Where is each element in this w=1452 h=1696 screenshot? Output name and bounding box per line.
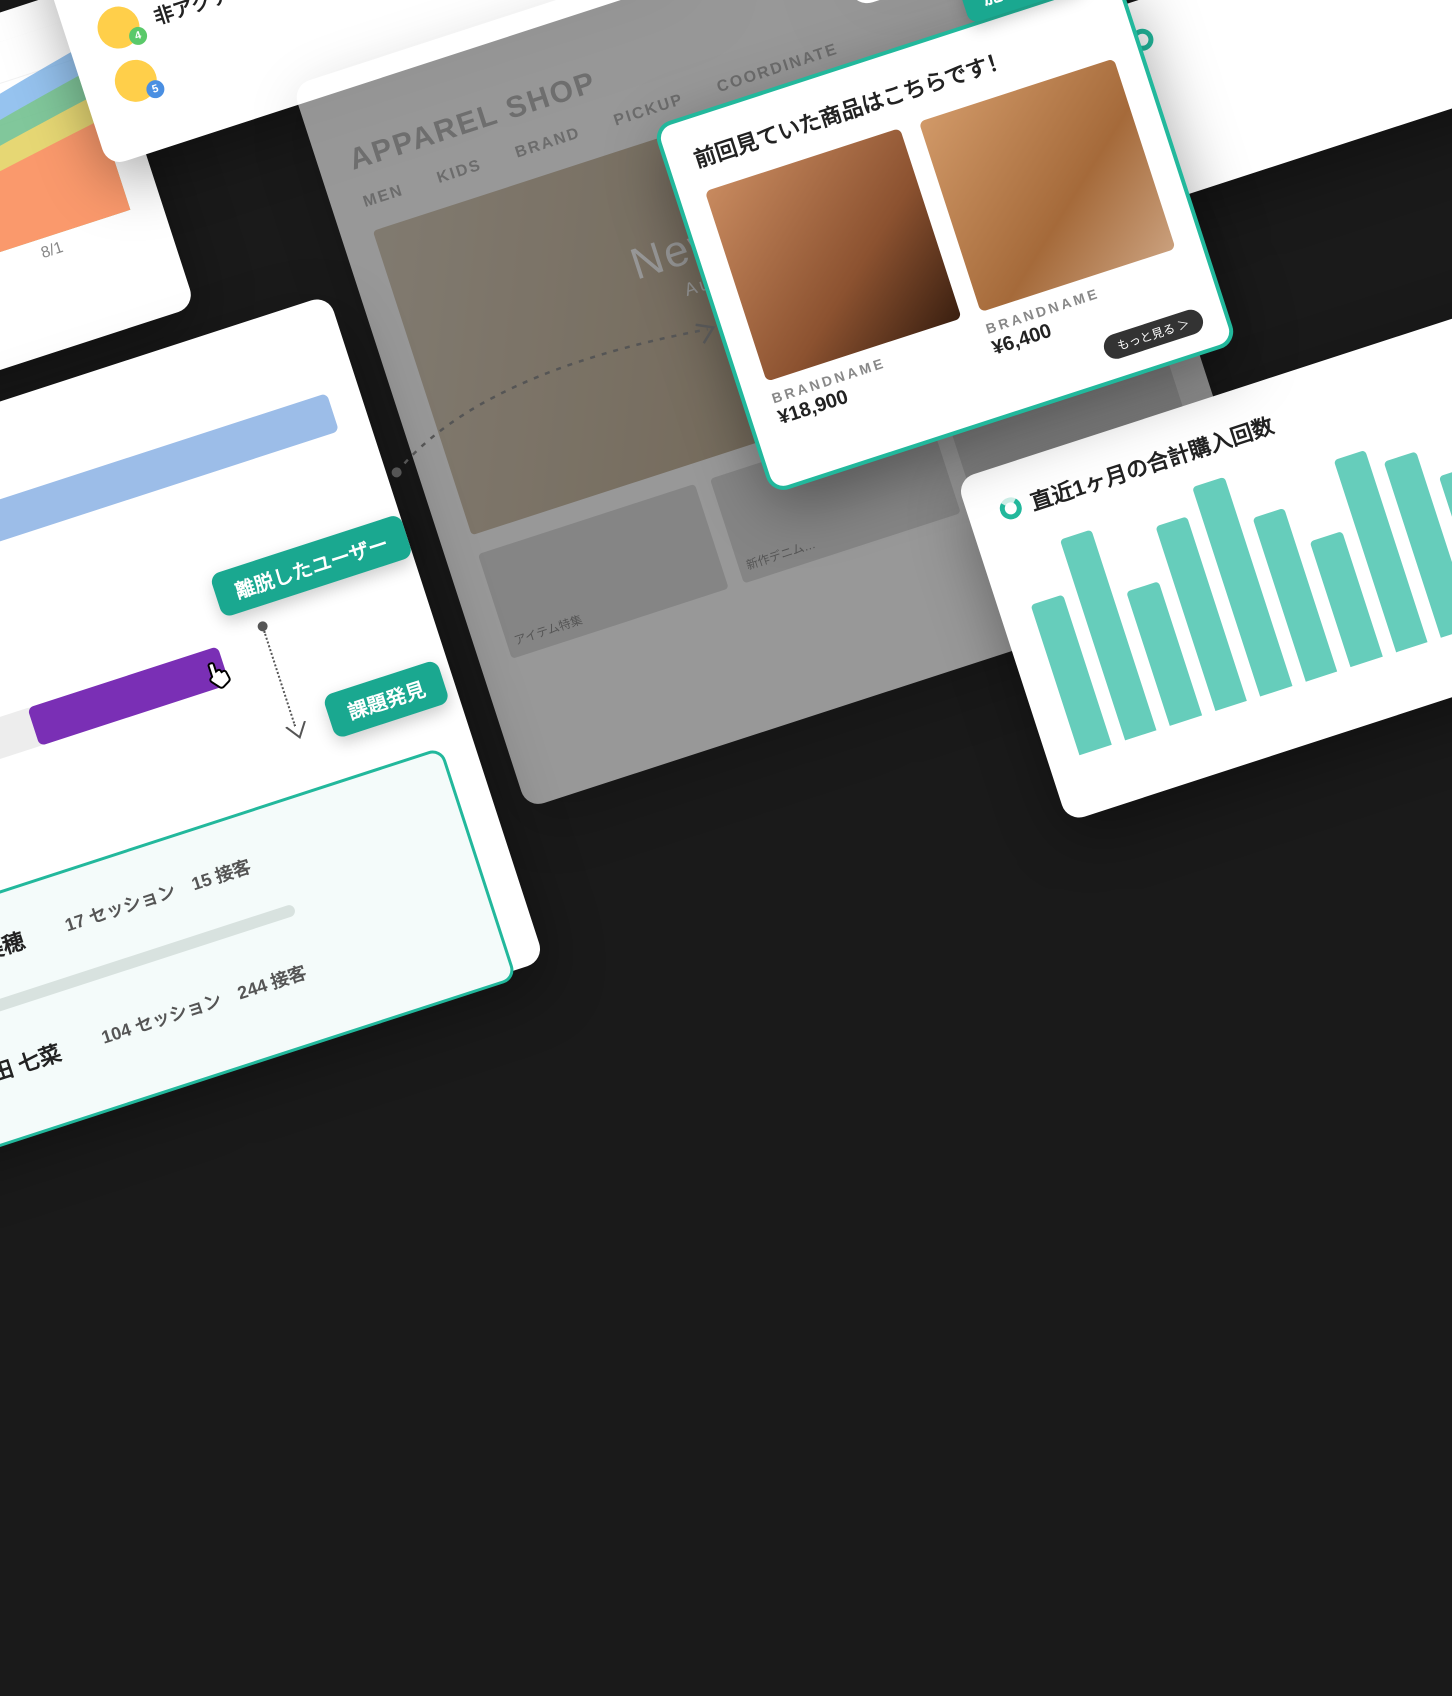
nav-item[interactable]: MEN xyxy=(361,182,406,212)
x-tick: 8/1 xyxy=(39,239,66,263)
rank-badge: 5 xyxy=(144,78,167,101)
serve-count: 244 xyxy=(235,975,270,1003)
serve-count: 15 xyxy=(189,869,214,894)
emoji-icon: 3 xyxy=(75,0,128,1)
session-label: セッション xyxy=(86,881,178,928)
pointer-cursor-icon xyxy=(198,653,241,696)
ring-thick-icon xyxy=(997,495,1025,523)
rank-badge: 4 xyxy=(127,25,150,48)
session-count: 17 xyxy=(62,910,87,935)
emoji-icon: 4 xyxy=(92,1,145,54)
nav-item[interactable]: BRAND xyxy=(513,124,583,162)
user-name: 岡田 七菜 xyxy=(0,1028,90,1096)
user-name: 加藤 美穂 xyxy=(0,915,53,983)
serve-label: 接客 xyxy=(213,856,253,886)
session-label: セッション xyxy=(132,990,224,1037)
emoji-sleep-icon: 5 xyxy=(109,54,162,107)
nav-item[interactable]: KIDS xyxy=(435,157,485,188)
serve-label: 接客 xyxy=(268,962,308,992)
session-count: 104 xyxy=(99,1019,134,1047)
